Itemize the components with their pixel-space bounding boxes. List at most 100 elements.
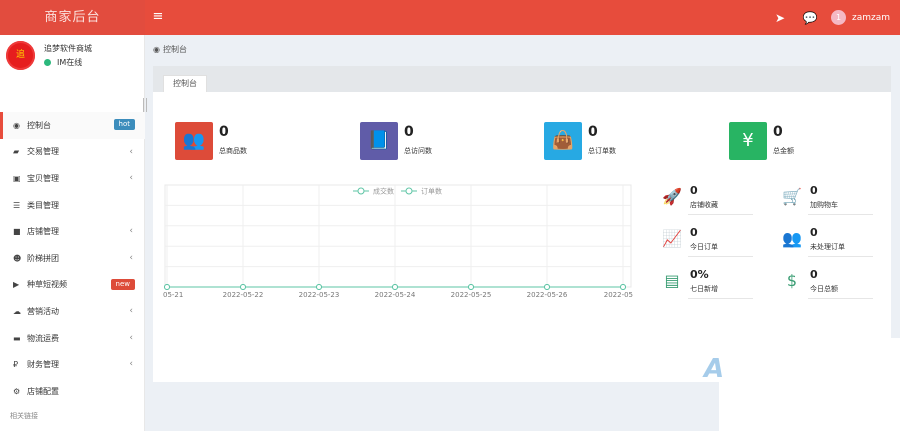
sidebar-item-label: 控制台 (27, 120, 51, 130)
chevron-left-icon: ‹ (129, 252, 133, 263)
yen-icon: ¥ (729, 122, 767, 160)
dollar-icon: $ (786, 271, 798, 290)
legend-label: 成交数 (373, 187, 394, 196)
mini-stat-value: 0% (690, 268, 709, 281)
mini-stat-label: 店铺收藏 (690, 201, 718, 209)
online-status-icon (44, 59, 51, 66)
new-badge: new (110, 278, 135, 290)
mini-stat-seven-day-new: ▤ 0% 七日新增 (658, 268, 768, 304)
x-tick-label: 2022-05-25 (451, 291, 492, 299)
x-tick-label: 2022-05-22 (223, 291, 264, 299)
breadcrumb: ◉ 控制台 (153, 44, 187, 55)
sidebar-item-logistics[interactable]: ▬ 物流运费 ‹ (0, 325, 145, 352)
shop-profile: 追 追梦软件商城 IM在线 (0, 35, 145, 85)
sidebar-resize-handle[interactable] (143, 98, 147, 112)
x-tick-label: 2022-05 (604, 291, 633, 299)
legend-label: 订单数 (421, 187, 442, 196)
divider (688, 256, 753, 257)
sidebar-item-label: 店铺管理 (27, 227, 59, 237)
mini-stat-value: 0 (810, 268, 818, 281)
stat-value: 0 (773, 124, 783, 140)
stat-value: 0 (219, 124, 229, 140)
username[interactable]: zamzam (852, 13, 890, 23)
stat-label: 总访问数 (404, 147, 432, 155)
shopping-bag-icon: ▣ (13, 173, 21, 183)
stat-label: 总商品数 (219, 147, 247, 155)
stat-value: 0 (404, 124, 414, 140)
sidebar-nav: ◉ 控制台 hot ▰ 交易管理 ‹ ▣ 宝贝管理 ‹ ☰ 类目管理 ■ 店铺管… (0, 112, 145, 405)
shop-name: 追梦软件商城 (44, 44, 92, 53)
sidebar-item-store[interactable]: ■ 店铺管理 ‹ (0, 218, 145, 245)
data-point (544, 284, 550, 290)
sidebar-item-group-buy[interactable]: ☻ 阶梯拼团 ‹ (0, 245, 145, 272)
chart-frame (164, 184, 632, 288)
users-icon: ☻ (13, 253, 22, 263)
menu-icon[interactable]: ≡ (150, 9, 166, 25)
stat-label: 总金额 (773, 147, 794, 155)
brand-title[interactable]: 商家后台 (0, 0, 145, 35)
orders-line-chart: 成交数 订单数 05-21 2022-05-22 2022-05-23 2022-05-2… (163, 182, 633, 302)
mini-stat-value: 0 (690, 226, 698, 239)
chevron-left-icon: ‹ (129, 332, 133, 343)
chart-svg: 成交数 订单数 05-21 2022-05-22 2022-05-23 2022-05-2… (163, 184, 633, 299)
sidebar-item-trade[interactable]: ▰ 交易管理 ‹ (0, 139, 145, 166)
divider (688, 298, 753, 299)
stat-total-orders: 👜 0 总订单数 (544, 122, 684, 160)
sidebar-item-products[interactable]: ▣ 宝贝管理 ‹ (0, 165, 145, 192)
tab-dashboard[interactable]: 控制台 (163, 75, 207, 92)
sidebar-item-marketing[interactable]: ☁ 营销活动 ‹ (0, 298, 145, 325)
avatar[interactable]: 1 (830, 10, 846, 25)
top-bar: 商家后台 ≡ ➤ 💬 1 zamzam (0, 0, 900, 35)
data-point (240, 284, 246, 290)
sidebar-item-label: 宝贝管理 (27, 173, 59, 183)
rocket-icon: 🚀 (662, 187, 682, 206)
x-tick-label: 2022-05-24 (375, 291, 416, 299)
x-tick-label: 2022-05-23 (299, 291, 340, 299)
related-links-heading: 相关链接 (10, 412, 38, 420)
truck-icon: ▬ (13, 333, 21, 343)
divider (688, 214, 753, 215)
video-icon: ▶ (13, 280, 20, 290)
im-status: IM在线 (44, 57, 82, 68)
sidebar-item-label: 营销活动 (27, 306, 59, 316)
sidebar-item-label: 类目管理 (27, 200, 59, 210)
mini-stat-today-orders: 📈 0 今日订单 (658, 226, 768, 262)
chevron-left-icon: ‹ (129, 359, 133, 370)
divider (808, 298, 873, 299)
sidebar-item-label: 物流运费 (27, 333, 59, 343)
sidebar-item-short-video[interactable]: ▶ 种草短视频 new (0, 272, 145, 299)
users-icon: 👥 (782, 229, 802, 248)
mini-stat-label: 今日订单 (690, 243, 718, 251)
users-icon: 👥 (175, 122, 213, 160)
sidebar-item-label: 种草短视频 (27, 280, 67, 290)
mini-stat-label: 未处理订单 (810, 243, 845, 251)
hot-badge: hot (113, 119, 135, 130)
divider (808, 256, 873, 257)
paper-plane-icon[interactable]: ➤ (765, 11, 795, 25)
tab-strip: 控制台 (153, 66, 891, 92)
dashboard-icon: ◉ (153, 45, 160, 54)
sidebar-item-store-config[interactable]: ⚙ 店铺配置 (0, 378, 145, 405)
sidebar-item-categories[interactable]: ☰ 类目管理 (0, 192, 145, 219)
data-point (164, 284, 170, 290)
mini-stat-label: 加购物车 (810, 201, 838, 209)
sidebar: 追 追梦软件商城 IM在线 ◉ 控制台 hot ▰ 交易管理 ‹ ▣ 宝贝管理 … (0, 35, 145, 431)
sidebar-item-label: 交易管理 (27, 147, 59, 157)
legend-marker (405, 187, 413, 195)
mini-stat-label: 七日新增 (690, 285, 718, 293)
gear-icon: ⚙ (13, 386, 21, 396)
comments-icon[interactable]: 💬 (795, 11, 825, 25)
data-point (620, 284, 626, 290)
chevron-left-icon: ‹ (129, 146, 133, 157)
x-tick-label: 05-21 (163, 291, 183, 299)
sidebar-item-label: 店铺配置 (27, 386, 59, 396)
legend-marker (357, 187, 365, 195)
line-chart-icon: 📈 (662, 229, 682, 248)
chevron-left-icon: ‹ (129, 173, 133, 184)
sidebar-item-finance[interactable]: ₽ 财务管理 ‹ (0, 351, 145, 378)
im-status-label: IM在线 (57, 58, 83, 67)
stat-total-products: 👥 0 总商品数 (175, 122, 315, 160)
sidebar-item-dashboard[interactable]: ◉ 控制台 hot (0, 112, 145, 139)
breadcrumb-current[interactable]: 控制台 (163, 44, 187, 55)
mini-stat-favorites: 🚀 0 店铺收藏 (658, 184, 768, 220)
